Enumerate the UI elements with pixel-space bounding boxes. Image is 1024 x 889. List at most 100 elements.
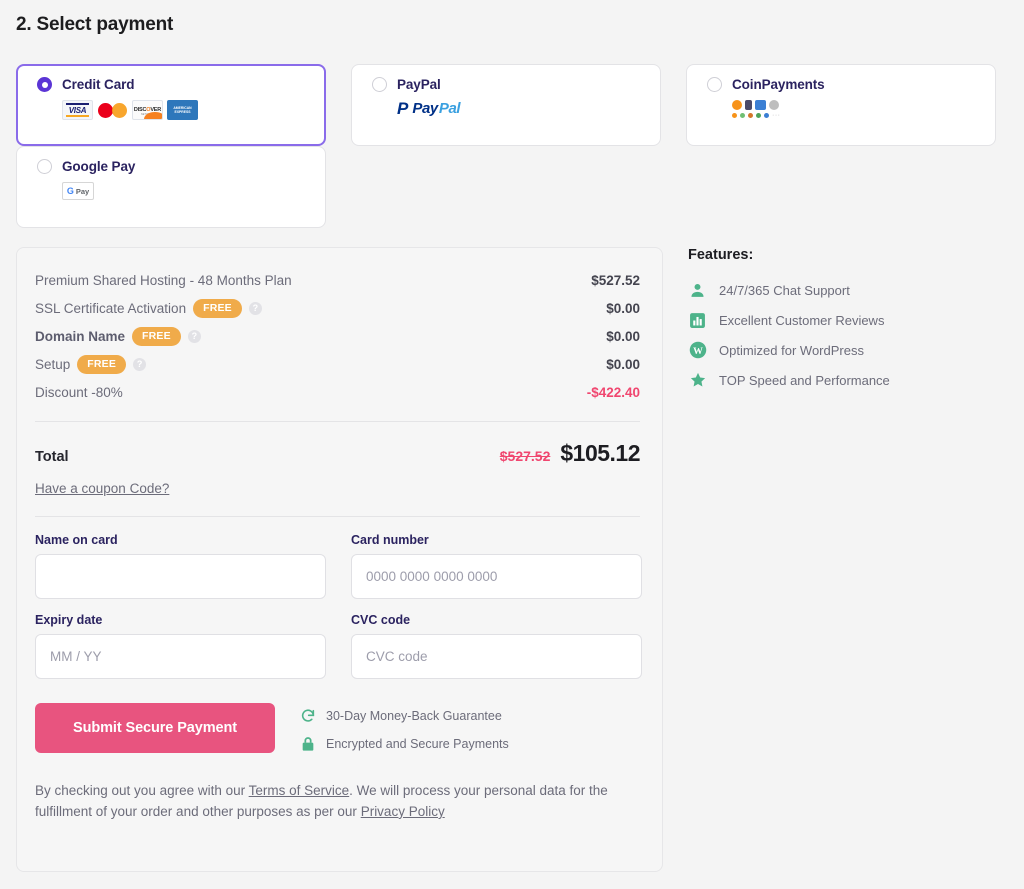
paypal-logo-text-2: Pal [438, 100, 461, 117]
summary-row: Domain Name FREE ? $0.00 [35, 322, 640, 350]
summary-row: Setup FREE ? $0.00 [35, 350, 640, 378]
summary-item-label: Domain Name [35, 328, 126, 344]
credit-card-form: Name on card Card number Expiry date CVC… [35, 533, 642, 823]
divider [35, 421, 640, 422]
radio-coinpayments[interactable] [707, 77, 722, 92]
coin-icon-4 [756, 113, 761, 118]
summary-row: Discount -80% -$422.40 [35, 378, 640, 406]
litecoin-icon [769, 100, 779, 110]
feature-text: Optimized for WordPress [719, 342, 864, 358]
free-badge: FREE [193, 298, 242, 318]
summary-item-amount: $0.00 [606, 328, 640, 344]
total-amounts: $527.52 $105.12 [499, 440, 641, 467]
expiry-date-input[interactable] [35, 634, 326, 679]
total-label: Total [35, 449, 69, 465]
radio-paypal[interactable] [372, 77, 387, 92]
feature-item: Excellent Customer Reviews [688, 305, 1008, 335]
privacy-policy-link[interactable]: Privacy Policy [361, 804, 445, 819]
payment-method-row-1: Credit Card VISA DISCOVER NETWORK AMERICA… [16, 64, 1008, 146]
form-row-1: Name on card Card number [35, 533, 642, 599]
paypal-logo-text-1: Pay [412, 100, 438, 117]
summary-item-name: Setup FREE ? [35, 354, 147, 374]
name-on-card-input[interactable] [35, 554, 326, 599]
payment-option-label: Credit Card [62, 77, 135, 92]
ethereum-icon [745, 100, 752, 110]
lock-icon [300, 736, 316, 752]
payment-option-google-pay[interactable]: Google Pay G Pay [16, 146, 326, 228]
payment-option-coinpayments[interactable]: CoinPayments ··· [686, 64, 996, 146]
feature-text: Excellent Customer Reviews [719, 312, 885, 328]
feature-item: 24/7/365 Chat Support [688, 275, 1008, 305]
coupon-code-link[interactable]: Have a coupon Code? [35, 481, 169, 496]
total-original-price: $527.52 [499, 448, 551, 464]
credit-card-header: Credit Card [37, 77, 324, 92]
wordpress-icon: W [688, 341, 707, 360]
name-on-card-field-group: Name on card [35, 533, 326, 599]
feature-item: W Optimized for WordPress [688, 335, 1008, 365]
features-sidebar: Features: 24/7/365 Chat Support Excellen… [688, 247, 1008, 395]
summary-item-label: SSL Certificate Activation [35, 300, 187, 316]
google-pay-logos: G Pay [62, 182, 325, 200]
payment-option-paypal[interactable]: PayPal P Pay Pal [351, 64, 661, 146]
info-icon[interactable]: ? [248, 301, 262, 315]
refresh-icon [300, 708, 316, 724]
trust-item: Encrypted and Secure Payments [300, 736, 509, 752]
info-icon[interactable]: ? [133, 357, 147, 371]
star-icon [688, 371, 707, 390]
summary-item-amount: -$422.40 [586, 384, 640, 400]
feature-text: TOP Speed and Performance [719, 372, 890, 388]
legal-text: By checking out you agree with our Terms… [35, 781, 635, 823]
cvc-field-group: CVC code [351, 613, 642, 679]
crypto-icons: ··· [732, 100, 781, 119]
discover-icon: DISCOVER NETWORK [132, 100, 163, 120]
payment-option-credit-card[interactable]: Credit Card VISA DISCOVER NETWORK AMERICA… [16, 64, 326, 146]
visa-icon: VISA [62, 100, 93, 120]
submit-row: Submit Secure Payment 30-Day Money-Back … [35, 703, 640, 753]
name-on-card-label: Name on card [35, 533, 118, 547]
page-title: 2. Select payment [16, 14, 174, 35]
trust-item: 30-Day Money-Back Guarantee [300, 708, 509, 724]
card-number-label: Card number [351, 533, 429, 547]
submit-secure-payment-button[interactable]: Submit Secure Payment [35, 703, 275, 753]
terms-of-service-link[interactable]: Terms of Service [249, 783, 350, 798]
card-number-input[interactable] [351, 554, 642, 599]
coinpayments-logos: ··· [732, 100, 995, 119]
gpay-g-letter: G [66, 185, 74, 196]
checkout-page: 2. Select payment Credit Card VISA DISCO… [0, 0, 1024, 889]
trust-text: 30-Day Money-Back Guarantee [326, 709, 502, 723]
cvc-code-input[interactable] [351, 634, 642, 679]
feature-item: TOP Speed and Performance [688, 365, 1008, 395]
summary-item-label: Setup [35, 356, 71, 372]
crypto-icon-row-small: ··· [732, 112, 781, 119]
summary-row: Premium Shared Hosting - 48 Months Plan … [35, 266, 640, 294]
coin-icon-1 [732, 113, 737, 118]
summary-item-name: Discount -80% [35, 384, 123, 400]
features-title: Features: [688, 247, 754, 263]
summary-item-name: Domain Name FREE ? [35, 326, 201, 346]
legal-part-1: By checking out you agree with our [35, 783, 249, 798]
total-final-price: $105.12 [560, 440, 640, 466]
trust-badges: 30-Day Money-Back Guarantee Encrypted an… [300, 703, 509, 752]
payment-method-row-2: Google Pay G Pay [16, 146, 1008, 228]
coin-icon-2 [740, 113, 745, 118]
coinpayments-header: CoinPayments [707, 77, 995, 92]
info-icon[interactable]: ? [187, 329, 201, 343]
paypal-logos: P Pay Pal [397, 100, 660, 117]
paypal-icon: P Pay Pal [397, 99, 461, 118]
card-number-field-group: Card number [351, 533, 642, 599]
form-row-2: Expiry date CVC code [35, 613, 642, 679]
payment-method-group: Credit Card VISA DISCOVER NETWORK AMERICA… [16, 64, 1008, 228]
payment-option-label: Google Pay [62, 159, 136, 174]
radio-google-pay[interactable] [37, 159, 52, 174]
paypal-header: PayPal [372, 77, 660, 92]
expiry-field-group: Expiry date [35, 613, 326, 679]
payment-option-label: PayPal [397, 77, 441, 92]
amex-icon: AMERICAN EXPRESS [167, 100, 198, 120]
summary-item-amount: $0.00 [606, 300, 640, 316]
bitcoin-icon [732, 100, 742, 110]
radio-credit-card[interactable] [37, 77, 52, 92]
order-summary-panel: Premium Shared Hosting - 48 Months Plan … [16, 247, 663, 872]
summary-item-amount: $0.00 [606, 356, 640, 372]
free-badge: FREE [132, 326, 181, 346]
summary-item-amount: $527.52 [591, 272, 640, 288]
